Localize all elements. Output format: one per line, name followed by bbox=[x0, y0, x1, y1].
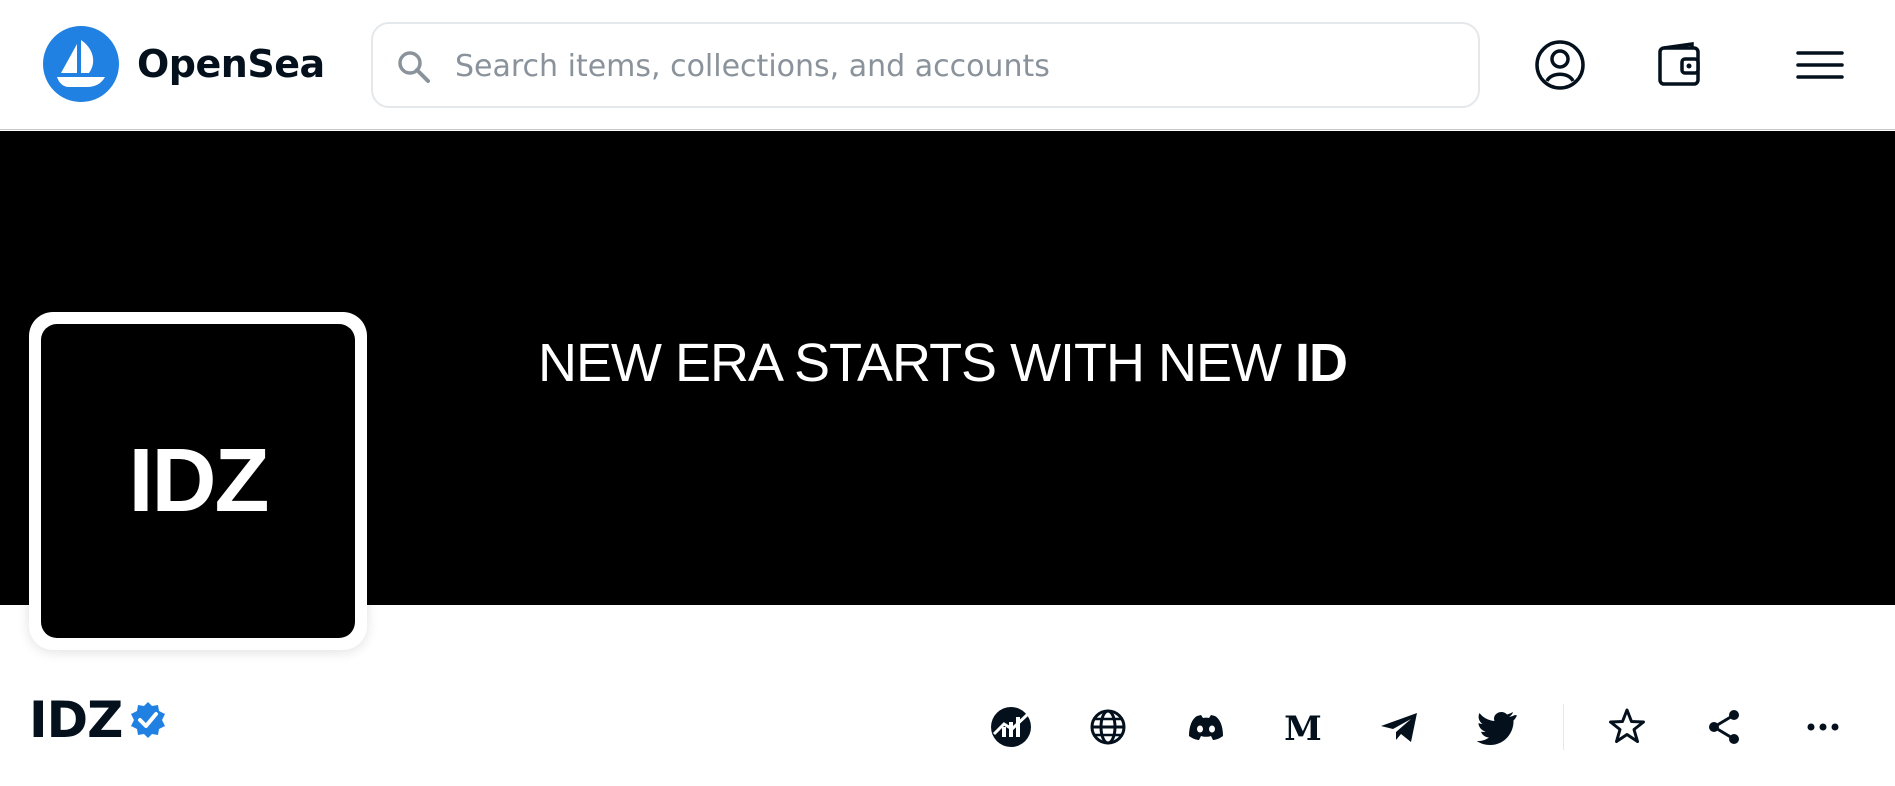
banner-text-regular: NEW ERA STARTS WITH NEW bbox=[538, 333, 1296, 393]
discord-icon[interactable] bbox=[1177, 698, 1235, 756]
opensea-logo-icon[interactable] bbox=[43, 26, 119, 102]
more-options-icon[interactable] bbox=[1794, 698, 1852, 756]
avatar-logo-text: IDZ bbox=[128, 431, 270, 531]
medium-icon[interactable]: M bbox=[1274, 698, 1332, 756]
stats-icon[interactable] bbox=[982, 698, 1040, 756]
user-account-icon[interactable] bbox=[1528, 33, 1592, 97]
collection-avatar: IDZ bbox=[41, 324, 355, 638]
banner-text-bold: ID bbox=[1295, 333, 1348, 393]
action-divider bbox=[1563, 704, 1564, 750]
verified-badge-icon bbox=[131, 702, 165, 738]
collection-avatar-frame: IDZ bbox=[29, 312, 367, 650]
wallet-icon[interactable] bbox=[1648, 33, 1712, 97]
website-icon[interactable] bbox=[1079, 698, 1137, 756]
collection-name: IDZ bbox=[29, 691, 123, 749]
banner-headline: NEW ERA STARTS WITH NEW ID bbox=[538, 332, 1348, 394]
favorite-star-icon[interactable] bbox=[1598, 698, 1656, 756]
telegram-icon[interactable] bbox=[1371, 698, 1429, 756]
search-icon bbox=[398, 51, 430, 83]
top-navigation-bar: OpenSea bbox=[0, 0, 1895, 130]
search-bar[interactable] bbox=[371, 22, 1480, 108]
twitter-icon[interactable] bbox=[1469, 698, 1527, 756]
search-input[interactable] bbox=[453, 42, 1437, 90]
share-icon[interactable] bbox=[1696, 698, 1754, 756]
brand-name[interactable]: OpenSea bbox=[137, 42, 325, 86]
menu-icon[interactable] bbox=[1788, 33, 1852, 97]
svg-text:M: M bbox=[1284, 709, 1322, 749]
